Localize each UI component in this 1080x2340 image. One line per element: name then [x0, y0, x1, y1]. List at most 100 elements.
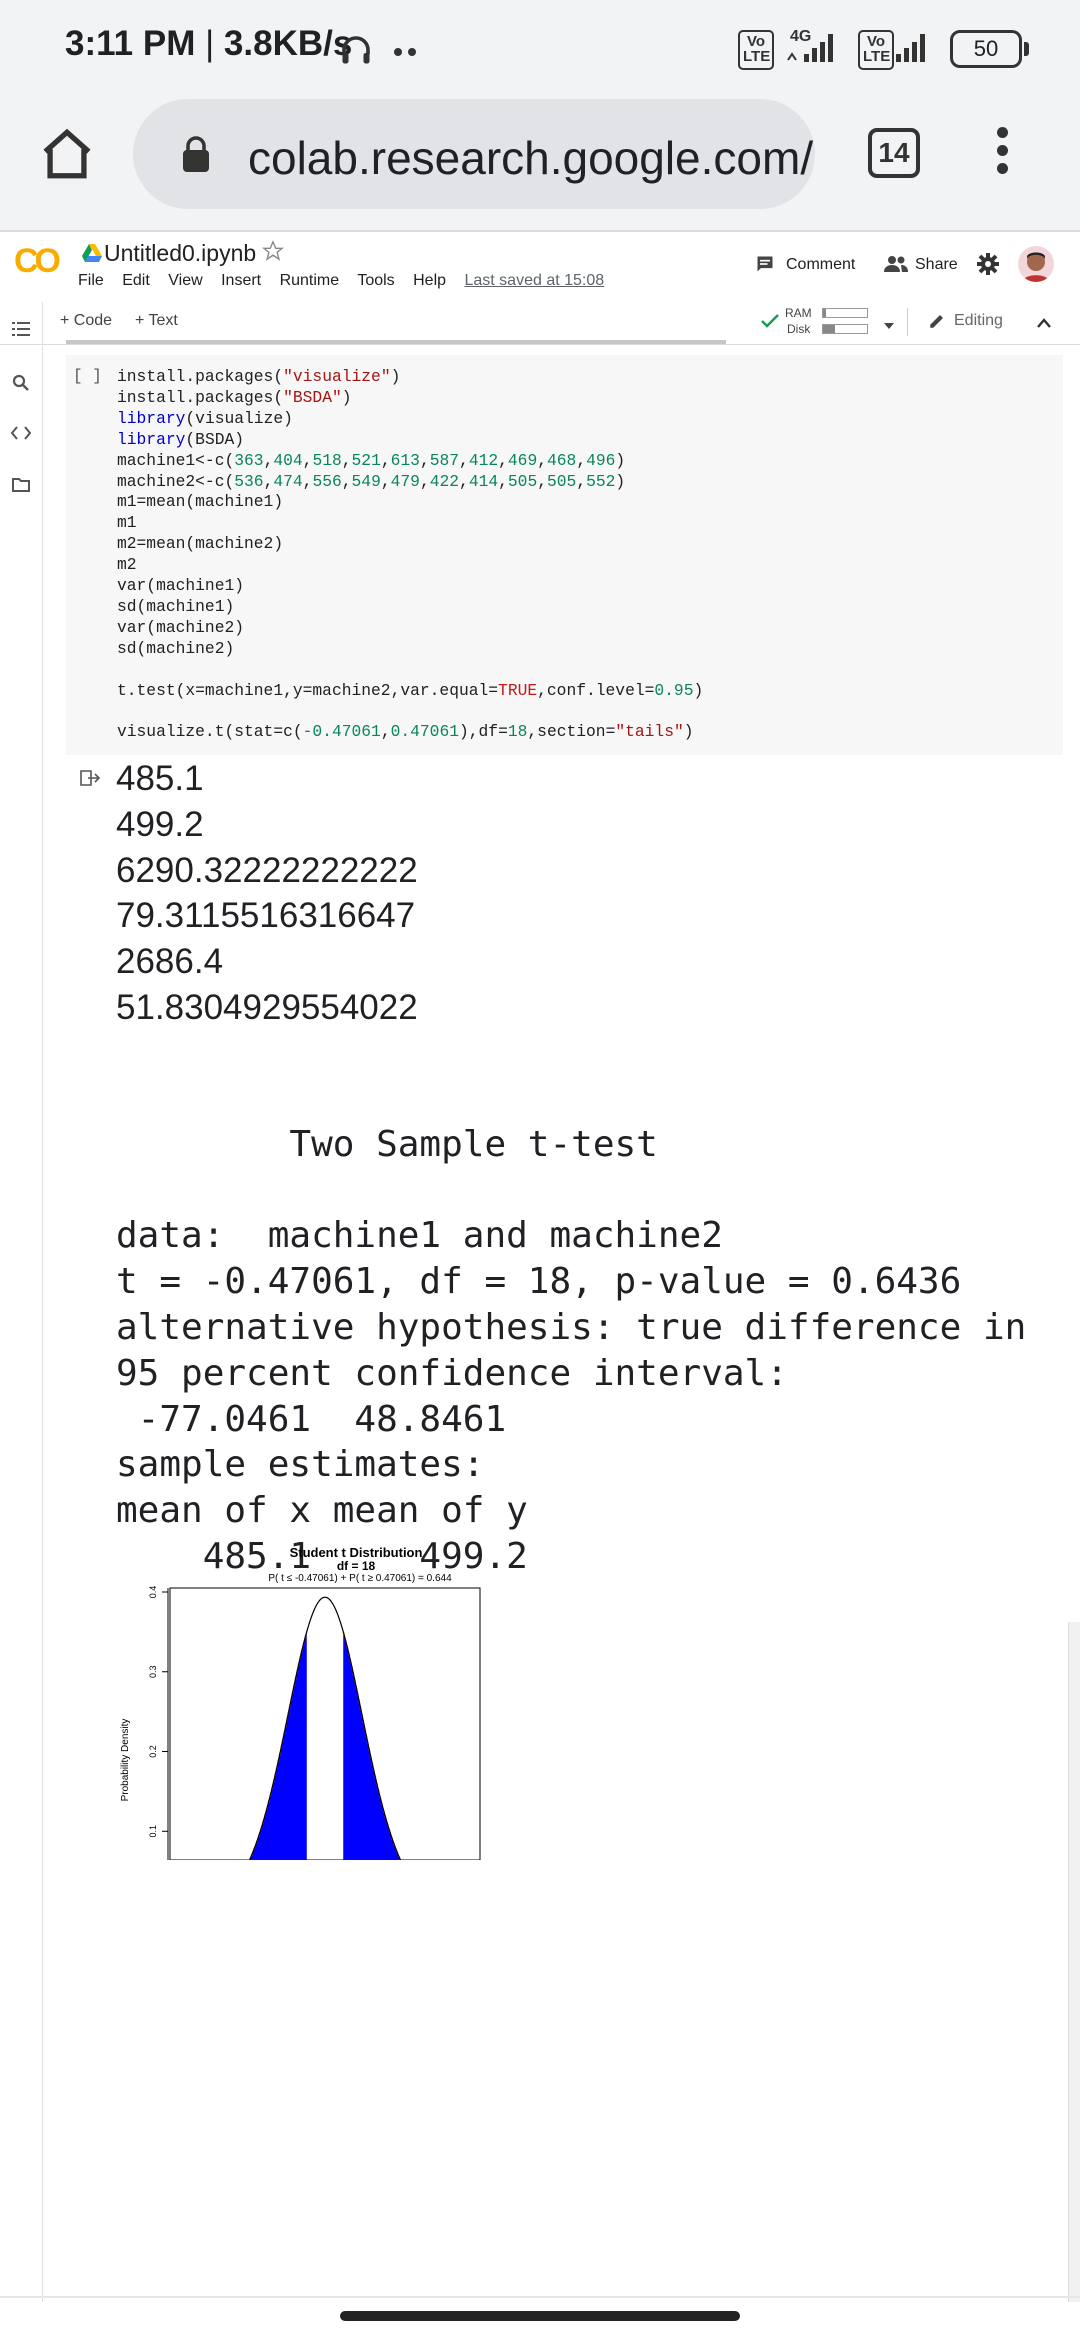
connected-check-icon	[760, 312, 780, 335]
output-line: alternative hypothesis: true difference …	[116, 1306, 1027, 1348]
code-editor[interactable]: install.packages("visualize") install.pac…	[117, 367, 703, 743]
output-line: -77.0461 48.8461	[116, 1398, 507, 1440]
collapse-chevron-icon[interactable]	[1036, 316, 1052, 334]
code-line: sd(machine2)	[117, 638, 235, 658]
page-scrollbar[interactable]	[1068, 1622, 1080, 2302]
output-line: t = -0.47061, df = 18, p-value = 0.6436	[116, 1261, 962, 1303]
output-line: mean of x mean of y	[116, 1490, 550, 1532]
comment-icon	[755, 254, 775, 279]
colab-logo[interactable]: CO	[14, 242, 61, 281]
code-line: library(visualize)	[117, 408, 293, 428]
status-bar: 3:11 PM | 3.8KB/s Vo LTE 4G Vo LTE 50	[0, 0, 1080, 95]
add-text-button[interactable]: + Text	[135, 312, 178, 330]
ram-meter	[822, 308, 868, 318]
colab-header: CO Untitled0.ipynb File Edit View Insert…	[0, 232, 1080, 302]
pencil-icon	[928, 312, 946, 335]
files-folder-icon[interactable]	[12, 478, 30, 497]
menu-view[interactable]: View	[168, 272, 202, 289]
code-line: m2	[117, 555, 137, 575]
disk-meter-fill	[823, 325, 835, 333]
lock-icon	[181, 135, 211, 178]
output-line: 485.1	[116, 759, 204, 798]
cell-run-bracket[interactable]: [ ]	[73, 367, 102, 385]
code-line: sd(machine1)	[117, 596, 235, 616]
menu-runtime[interactable]: Runtime	[280, 272, 340, 289]
star-icon[interactable]	[261, 240, 285, 267]
signal-icon-2	[892, 30, 940, 69]
ttest-title: Two Sample t-test	[116, 1123, 658, 1165]
output-line: sample estimates:	[116, 1444, 485, 1486]
ram-label: RAM	[785, 306, 812, 320]
home-indicator[interactable]	[340, 2311, 740, 2321]
menu-insert[interactable]: Insert	[221, 272, 261, 289]
disk-meter	[822, 324, 868, 334]
add-code-button[interactable]: + Code	[60, 312, 112, 330]
resources-dropdown-icon[interactable]	[884, 318, 894, 336]
plot-svg: Student t Distribution df = 18 P( t ≤ -0…	[120, 1545, 481, 1860]
editing-mode-button[interactable]: Editing	[954, 312, 1003, 330]
toolbar-divider	[907, 308, 908, 336]
notebook-toolbar: + Code + Text RAM Disk Editing	[0, 302, 1080, 345]
output-line: 6290.32222222222	[116, 850, 418, 890]
menu-help[interactable]: Help	[413, 272, 446, 289]
code-line: m1	[117, 513, 137, 533]
status-speed: 3.8KB/s	[223, 24, 353, 63]
code-line: var(machine1)	[117, 576, 245, 596]
y-tick-label: 0.3	[148, 1665, 158, 1678]
url-text: colab.research.google.com/	[248, 132, 814, 184]
menu-file[interactable]: File	[78, 272, 104, 289]
left-tail-area	[170, 1631, 307, 1860]
status-clock: 3:11 PM	[65, 24, 196, 63]
code-line: visualize.t(stat=c(-0.47061,0.47061),df=…	[117, 722, 694, 742]
chart-subtitle: df = 18	[337, 1559, 376, 1573]
menu-edit[interactable]: Edit	[122, 272, 150, 289]
y-tick-label: 0.4	[148, 1586, 158, 1599]
headphones-icon	[338, 32, 374, 73]
more-options-icon[interactable]	[997, 127, 1009, 177]
avatar[interactable]	[1018, 246, 1054, 282]
comment-button[interactable]: Comment	[786, 256, 855, 274]
code-line: var(machine2)	[117, 617, 245, 637]
status-separator: |	[205, 24, 224, 63]
code-snippets-icon[interactable]	[10, 426, 32, 445]
menu-bar: File Edit View Insert Runtime Tools Help…	[78, 272, 618, 290]
chart-annotation: P( t ≤ -0.47061) + P( t ≥ 0.47061) = 0.6…	[268, 1573, 452, 1584]
menu-tools[interactable]: Tools	[357, 272, 394, 289]
output-line: 79.3115516316647	[116, 896, 416, 936]
y-tick-label: 0.1	[148, 1825, 158, 1838]
settings-gear-icon[interactable]	[976, 252, 1000, 281]
search-icon[interactable]	[12, 374, 30, 397]
output-line: data: machine1 and machine2	[116, 1215, 723, 1257]
url-bar[interactable]: colab.research.google.com/	[133, 99, 815, 209]
chart-title: Student t Distribution	[290, 1545, 423, 1560]
ram-meter-fill	[823, 309, 826, 317]
density-curve	[248, 1596, 402, 1860]
code-line: m2=mean(machine2)	[117, 534, 284, 554]
plot-marks: 0.1 0.2 0.3 0.4	[148, 1586, 481, 1860]
last-saved-link[interactable]: Last saved at 15:08	[464, 272, 604, 289]
disk-label: Disk	[787, 322, 811, 336]
tab-switcher-button[interactable]: 14	[868, 128, 920, 178]
toolbar-scroll-indicator	[66, 340, 726, 344]
right-tail-area	[343, 1631, 480, 1860]
output-clear-icon[interactable]	[80, 770, 101, 791]
y-tick-label: 0.2	[148, 1745, 158, 1758]
notebook-title[interactable]: Untitled0.ipynb	[104, 240, 256, 267]
home-icon[interactable]	[38, 125, 96, 188]
status-time: 3:11 PM | 3.8KB/s	[65, 24, 352, 64]
output-line: 95 percent confidence interval:	[116, 1352, 788, 1394]
notification-dots-icon	[394, 44, 418, 62]
output-values: 485.1 499.2 6290.32222222222 79.31155163166…	[116, 756, 418, 1031]
battery-icon: 50	[950, 30, 1029, 68]
output-line: 51.8304929554022	[116, 987, 418, 1027]
drive-icon	[82, 244, 102, 267]
t-distribution-plot: Student t Distribution df = 18 P( t ≤ -0…	[110, 1540, 570, 1860]
code-line: install.packages("visualize")	[117, 367, 401, 386]
table-of-contents-icon[interactable]	[12, 322, 30, 341]
share-button[interactable]: Share	[915, 256, 958, 274]
code-line: library(BSDA)	[117, 429, 245, 449]
